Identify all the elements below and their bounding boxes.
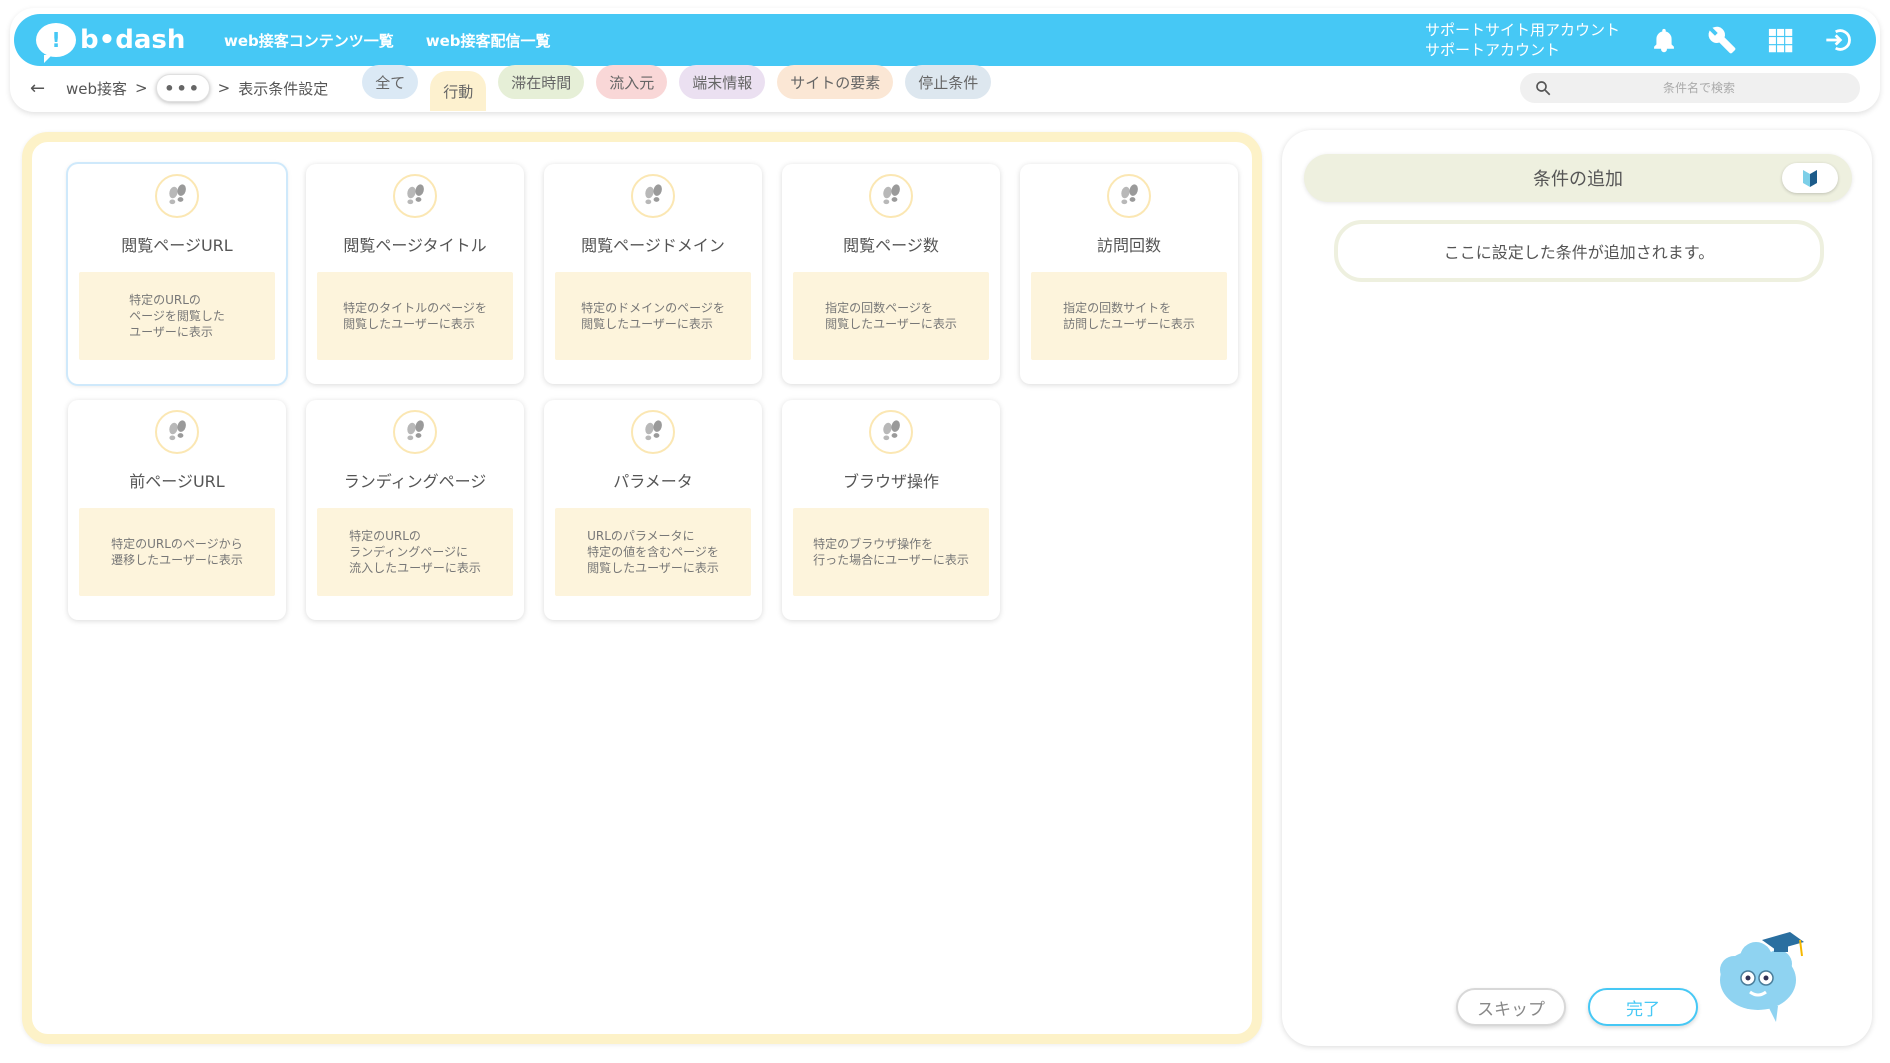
condition-card[interactable]: 閲覧ページドメイン特定のドメインのページを 閲覧したユーザーに表示 (544, 164, 762, 384)
condition-card-description: URLのパラメータに 特定の値を含むページを 閲覧したユーザーに表示 (555, 508, 751, 596)
breadcrumb-separator: > (217, 79, 231, 97)
condition-cards: 閲覧ページURL 特定のURLの ページを閲覧した ユーザーに表示 閲覧ページタイト… (68, 164, 1238, 620)
condition-card-description: 特定のURLの ランディングページに 流入したユーザーに表示 (317, 508, 513, 596)
condition-card-title: 閲覧ページ数 (843, 236, 939, 255)
condition-list-panel: 閲覧ページURL 特定のURLの ページを閲覧した ユーザーに表示 閲覧ページタイト… (22, 132, 1262, 1044)
condition-card[interactable]: 閲覧ページタイトル特定のタイトルのページを 閲覧したユーザーに表示 (306, 164, 524, 384)
condition-card-title: 前ページURL (129, 472, 225, 491)
condition-card[interactable]: パラメータ URLのパラメータに 特定の値を含むページを 閲覧したユーザーに表示 (544, 400, 762, 620)
account-info[interactable]: サポートサイト用アカウント サポートアカウント (1425, 20, 1620, 60)
account-site-name: サポートサイト用アカウント (1424, 21, 1620, 39)
filter-chip[interactable]: 全て (362, 65, 419, 99)
nav-web-content-list[interactable]: web接客コンテンツ一覧 (224, 30, 394, 51)
done-button[interactable]: 完了 (1588, 988, 1698, 1026)
condition-card[interactable]: 閲覧ページURL 特定のURLの ページを閲覧した ユーザーに表示 (68, 164, 286, 384)
logo[interactable]: ! b•dash (36, 23, 206, 63)
grid-icon[interactable] (1764, 24, 1796, 56)
condition-card[interactable]: 前ページURL 特定のURLのページから 遷移したユーザーに表示 (68, 400, 286, 620)
filter-chip[interactable]: サイトの要素 (777, 65, 894, 99)
beginner-mark-toggle[interactable] (1782, 163, 1838, 193)
footprints-icon (155, 174, 199, 218)
condition-card[interactable]: ランディングページ特定のURLの ランディングページに 流入したユーザーに表示 (306, 400, 524, 620)
filter-chip[interactable]: 流入元 (596, 65, 668, 99)
condition-card[interactable]: 閲覧ページ数指定の回数ページを 閲覧したユーザーに表示 (782, 164, 1000, 384)
logo-text: b•dash (80, 25, 186, 55)
condition-card-description-text: 指定の回数サイトを 訪問したユーザーに表示 (1063, 301, 1195, 331)
condition-card-title: ランディングページ (343, 472, 487, 491)
breadcrumb-separator: > (135, 79, 148, 97)
breadcrumb-root[interactable]: web接客 (66, 78, 127, 99)
condition-card-title: 訪問回数 (1096, 236, 1161, 255)
condition-card-title: ブラウザ操作 (842, 472, 939, 491)
back-arrow-icon[interactable]: ← (30, 78, 66, 99)
search-box[interactable] (1520, 73, 1860, 103)
condition-card-description: 特定のドメインのページを 閲覧したユーザーに表示 (555, 272, 751, 360)
breadcrumb-current: 表示条件設定 (238, 79, 329, 98)
condition-card-title: 閲覧ページタイトル (343, 236, 487, 255)
condition-card-description: 指定の回数ページを 閲覧したユーザーに表示 (793, 272, 989, 360)
conditions-dropzone[interactable]: ここに設定した条件が追加されます。 (1334, 220, 1824, 282)
filter-chip[interactable]: 滞在時間 (498, 65, 585, 99)
condition-card-title: 閲覧ページURL (121, 236, 233, 255)
condition-card-description: 特定のURLのページから 遷移したユーザーに表示 (79, 508, 275, 596)
footprints-icon (393, 410, 437, 454)
sub-toolbar: ← web接客 > ••• > 表示条件設定 全て 行動 滞在時間 流入元 端末情報 サイ… (30, 65, 1860, 111)
footprints-icon (631, 410, 675, 454)
top-icons (1648, 24, 1854, 56)
wrench-icon[interactable] (1706, 24, 1738, 56)
footprints-icon (155, 410, 199, 454)
condition-card-title: 閲覧ページドメイン (581, 236, 725, 255)
logo-bubble-icon: ! (36, 23, 76, 63)
top-nav: web接客コンテンツ一覧 web接客配信一覧 (224, 30, 551, 51)
skip-button[interactable]: スキップ (1456, 988, 1566, 1026)
breadcrumb-more-button[interactable]: ••• (155, 74, 210, 102)
selected-conditions-panel: 条件の追加 ここに設定した条件が追加されます。 スキップ 完了 (1282, 130, 1872, 1046)
filter-chip[interactable]: 端末情報 (679, 65, 766, 99)
beginner-mark-icon (1803, 170, 1817, 187)
add-condition-header: 条件の追加 (1304, 154, 1852, 202)
filter-chip[interactable]: 行動 (430, 71, 487, 111)
condition-card[interactable]: ブラウザ操作特定のブラウザ操作を 行った場合にユーザーに表示 (782, 400, 1000, 620)
account-user-name: サポートアカウント (1424, 41, 1560, 59)
footprints-icon (869, 174, 913, 218)
footprints-icon (1107, 174, 1151, 218)
condition-card-description-text: 特定のURLの ランディングページに 流入したユーザーに表示 (349, 529, 481, 575)
condition-card-description-text: 特定のURLのページから 遷移したユーザーに表示 (111, 537, 243, 567)
condition-card[interactable]: 訪問回数指定の回数サイトを 訪問したユーザーに表示 (1020, 164, 1238, 384)
mascot-character-icon (1720, 932, 1804, 1022)
condition-card-title: パラメータ (613, 472, 693, 491)
bell-icon[interactable] (1648, 24, 1680, 56)
condition-card-description-text: 特定のURLの ページを閲覧した ユーザーに表示 (129, 293, 225, 339)
search-icon (1536, 81, 1551, 96)
condition-card-description-text: 指定の回数ページを 閲覧したユーザーに表示 (825, 301, 957, 331)
condition-card-description-text: 特定のタイトルのページを 閲覧したユーザーに表示 (343, 301, 487, 331)
condition-card-description-text: 特定のドメインのページを 閲覧したユーザーに表示 (581, 301, 725, 331)
footprints-icon (631, 174, 675, 218)
search-input[interactable] (1552, 81, 1846, 95)
condition-card-description-text: 特定のブラウザ操作を 行った場合にユーザーに表示 (813, 537, 969, 567)
condition-card-description: 特定のタイトルのページを 閲覧したユーザーに表示 (317, 272, 513, 360)
top-navigation-bar: ! b•dash web接客コンテンツ一覧 web接客配信一覧 サポートサイト用… (14, 14, 1876, 66)
logout-icon[interactable] (1822, 24, 1854, 56)
condition-card-description: 特定のブラウザ操作を 行った場合にユーザーに表示 (793, 508, 989, 596)
add-condition-label: 条件の追加 (1533, 169, 1623, 190)
nav-web-delivery-list[interactable]: web接客配信一覧 (426, 30, 551, 51)
footprints-icon (393, 174, 437, 218)
filter-chip[interactable]: 停止条件 (905, 65, 992, 99)
filter-chips: 全て 行動 滞在時間 流入元 端末情報 サイトの要素 停止条件 (362, 65, 992, 111)
condition-card-description: 指定の回数サイトを 訪問したユーザーに表示 (1031, 272, 1227, 360)
condition-card-description: 特定のURLの ページを閲覧した ユーザーに表示 (79, 272, 275, 360)
condition-card-description-text: URLのパラメータに 特定の値を含むページを 閲覧したユーザーに表示 (587, 529, 719, 575)
footprints-icon (869, 410, 913, 454)
